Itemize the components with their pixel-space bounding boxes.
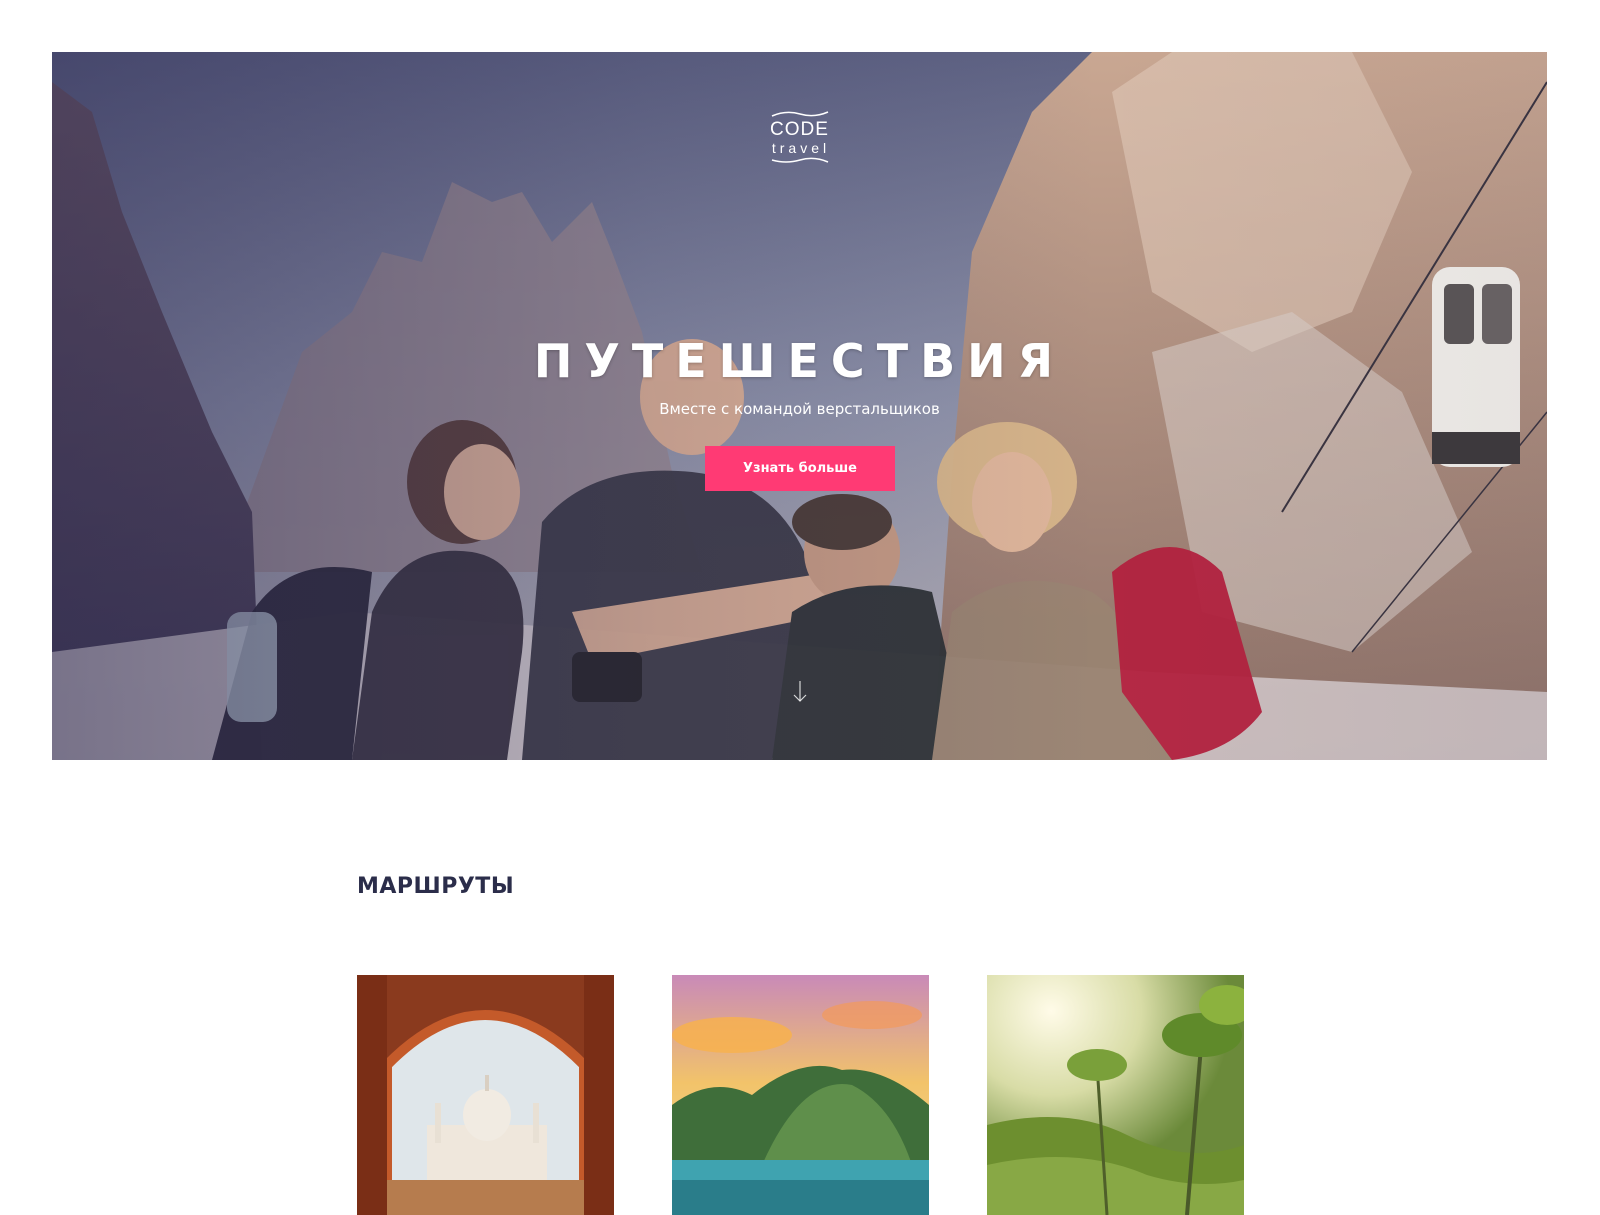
logo-text-travel: travel bbox=[771, 140, 831, 156]
logo-wave-bottom bbox=[771, 157, 828, 163]
logo-wave-top bbox=[771, 111, 828, 117]
hero-section: CODE travel ПУТЕШЕСТВИЯ Вместе с командо… bbox=[52, 52, 1547, 760]
hero-title: ПУТЕШЕСТВИЯ bbox=[533, 334, 1066, 388]
rice-terrace-palms-photo bbox=[987, 975, 1244, 1215]
site-logo[interactable]: CODE travel bbox=[765, 110, 835, 164]
arrow-down-icon[interactable] bbox=[792, 680, 808, 704]
logo-text-code: CODE bbox=[770, 119, 829, 140]
route-card-rice-terrace[interactable] bbox=[987, 975, 1244, 1215]
learn-more-button[interactable]: Узнать больше bbox=[705, 446, 895, 491]
route-card-island[interactable] bbox=[672, 975, 929, 1215]
routes-cards bbox=[357, 975, 1245, 1215]
taj-mahal-arch-photo bbox=[357, 975, 614, 1215]
route-card-taj-mahal[interactable] bbox=[357, 975, 614, 1215]
page: CODE travel ПУТЕШЕСТВИЯ Вместе с командо… bbox=[0, 0, 1600, 1215]
tropical-island-bay-photo bbox=[672, 975, 929, 1215]
hero-subtitle: Вместе с командой верстальщиков bbox=[659, 400, 940, 418]
routes-heading: МАРШРУТЫ bbox=[357, 874, 515, 899]
